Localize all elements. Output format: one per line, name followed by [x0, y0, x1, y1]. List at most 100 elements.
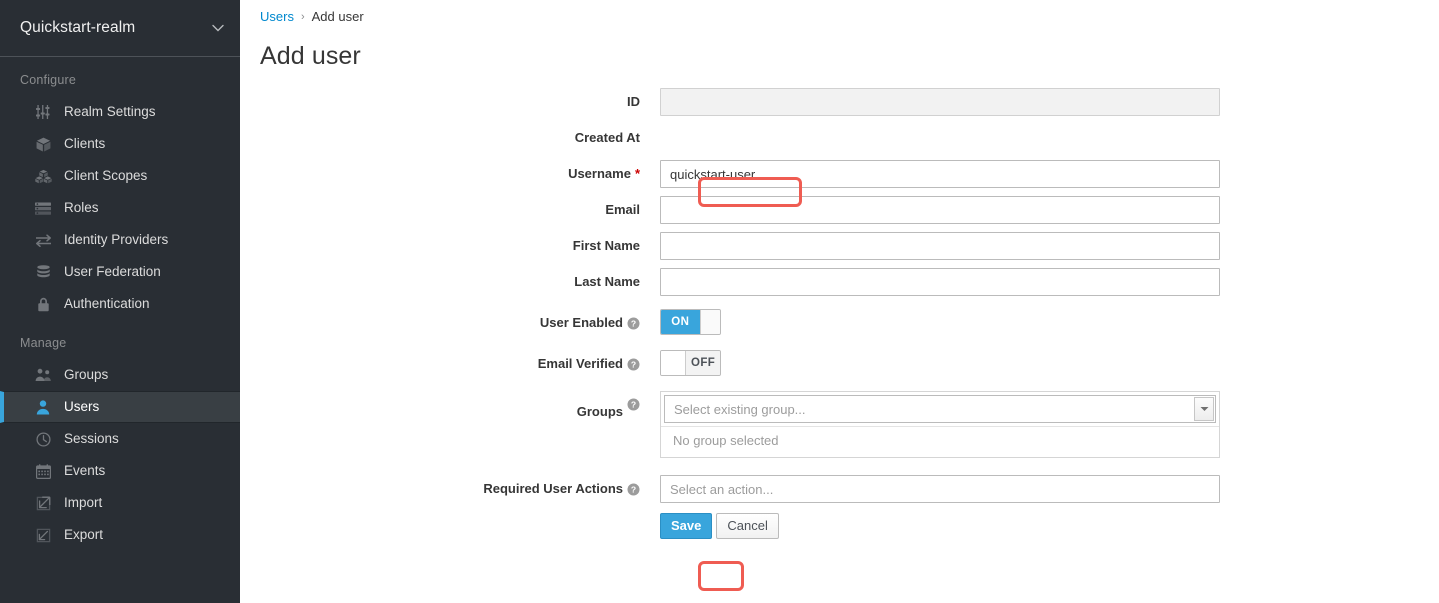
- form-row-groups: Groups ? Select existing group... No gro…: [240, 391, 1439, 458]
- cubes-icon: [32, 168, 54, 184]
- groups-label-text: Groups: [576, 404, 623, 419]
- sidebar-item-label: Sessions: [64, 431, 119, 447]
- exchange-arrows-icon: [32, 232, 54, 248]
- id-label: ID: [627, 94, 640, 109]
- breadcrumb-users-link[interactable]: Users: [260, 9, 294, 24]
- realm-selector[interactable]: Quickstart-realm: [0, 0, 240, 57]
- sidebar-item-label: Events: [64, 463, 106, 479]
- calendar-icon: [32, 463, 54, 479]
- sidebar-item-label: Roles: [64, 200, 99, 216]
- realm-name: Quickstart-realm: [20, 19, 136, 36]
- required-user-actions-label: Required User Actions ?: [240, 475, 660, 503]
- user-enabled-label-text: User Enabled: [539, 315, 623, 330]
- form-row-last-name: Last Name: [240, 268, 1439, 296]
- list-icon: [32, 200, 54, 216]
- form-row-required-user-actions: Required User Actions ? Save Cancel: [240, 475, 1439, 539]
- sliders-icon: [32, 104, 54, 120]
- sidebar-item-label: Authentication: [64, 296, 150, 312]
- sidebar-item-label: Realm Settings: [64, 104, 156, 120]
- sidebar-item-users[interactable]: Users: [0, 391, 240, 423]
- sidebar-item-realm-settings[interactable]: Realm Settings: [0, 96, 240, 128]
- form-row-created-at: Created At: [240, 124, 1439, 152]
- username-label-text: Username: [568, 166, 631, 181]
- sidebar: Quickstart-realm Configure Realm Setting…: [0, 0, 240, 603]
- sidebar-item-authentication[interactable]: Authentication: [0, 288, 240, 320]
- breadcrumb-current: Add user: [311, 9, 364, 24]
- nav-section-manage-title: Manage: [20, 336, 67, 350]
- created-at-value: [660, 124, 1220, 152]
- lock-icon: [32, 296, 54, 312]
- svg-text:?: ?: [631, 318, 636, 328]
- email-input[interactable]: [660, 196, 1220, 224]
- users-group-icon: [32, 367, 54, 383]
- form-row-email: Email: [240, 196, 1439, 224]
- toggle-knob: [699, 310, 720, 334]
- svg-text:?: ?: [631, 359, 636, 369]
- export-arrow-icon: [32, 527, 54, 543]
- user-enabled-toggle[interactable]: ON: [660, 309, 721, 335]
- username-label: Username *: [240, 160, 660, 188]
- form-row-id: ID: [240, 88, 1439, 116]
- help-circle-icon[interactable]: ?: [627, 398, 640, 411]
- toggle-off-label: OFF: [686, 351, 720, 375]
- required-marker: *: [634, 166, 640, 181]
- clock-icon: [32, 431, 54, 447]
- groups-block: Select existing group... No group select…: [660, 391, 1220, 458]
- groups-label: Groups ?: [240, 391, 660, 426]
- user-icon: [32, 399, 54, 415]
- email-label: Email: [605, 202, 640, 217]
- sidebar-item-sessions[interactable]: Sessions: [0, 423, 240, 455]
- required-user-actions-label-text: Required User Actions: [483, 481, 623, 496]
- caret-down-icon[interactable]: [1194, 397, 1214, 421]
- sidebar-item-clients[interactable]: Clients: [0, 128, 240, 160]
- sidebar-item-label: Import: [64, 495, 103, 511]
- groups-empty-text: No group selected: [661, 426, 1219, 457]
- form-row-username: Username *: [240, 160, 1439, 188]
- sidebar-item-client-scopes[interactable]: Client Scopes: [0, 160, 240, 192]
- email-verified-label-text: Email Verified: [537, 356, 623, 371]
- breadcrumb: Users › Add user: [240, 0, 1439, 24]
- help-circle-icon[interactable]: ?: [627, 358, 640, 371]
- sidebar-item-identity-providers[interactable]: Identity Providers: [0, 224, 240, 256]
- save-button[interactable]: Save: [660, 513, 713, 539]
- id-input: [660, 88, 1220, 116]
- cancel-button[interactable]: Cancel: [716, 513, 779, 539]
- last-name-label: Last Name: [574, 274, 640, 289]
- form-row-email-verified: Email Verified ? OFF: [240, 350, 1439, 378]
- sidebar-item-label: Users: [64, 399, 100, 415]
- help-circle-icon[interactable]: ?: [627, 317, 640, 330]
- username-input[interactable]: [660, 160, 1220, 188]
- app-root: Quickstart-realm Configure Realm Setting…: [0, 0, 1439, 603]
- groups-select-placeholder: Select existing group...: [674, 401, 806, 417]
- sidebar-item-export[interactable]: Export: [0, 519, 240, 551]
- database-icon: [32, 264, 54, 280]
- created-at-label: Created At: [574, 130, 640, 145]
- svg-text:?: ?: [631, 400, 636, 410]
- user-enabled-label: User Enabled ?: [240, 309, 660, 337]
- last-name-input[interactable]: [660, 268, 1220, 296]
- cube-icon: [32, 136, 54, 152]
- first-name-input[interactable]: [660, 232, 1220, 260]
- toggle-on-label: ON: [661, 310, 700, 334]
- save-highlight-annotation: [698, 561, 744, 591]
- sidebar-item-import[interactable]: Import: [0, 487, 240, 519]
- nav-section-configure-title: Configure: [20, 73, 76, 87]
- form-actions: Save Cancel: [660, 513, 1220, 539]
- add-user-form: ID Created At Username * Email: [240, 88, 1439, 539]
- sidebar-item-groups[interactable]: Groups: [0, 359, 240, 391]
- import-arrow-icon: [32, 495, 54, 511]
- page-title: Add user: [260, 42, 361, 70]
- required-user-actions-input[interactable]: [660, 475, 1220, 503]
- sidebar-item-label: Client Scopes: [64, 168, 148, 184]
- groups-select[interactable]: Select existing group...: [664, 395, 1216, 423]
- first-name-label: First Name: [572, 238, 640, 253]
- sidebar-item-events[interactable]: Events: [0, 455, 240, 487]
- sidebar-item-label: Identity Providers: [64, 232, 169, 248]
- sidebar-item-roles[interactable]: Roles: [0, 192, 240, 224]
- sidebar-item-label: User Federation: [64, 264, 161, 280]
- sidebar-item-user-federation[interactable]: User Federation: [0, 256, 240, 288]
- breadcrumb-separator-icon: ›: [300, 10, 305, 23]
- help-circle-icon[interactable]: ?: [627, 483, 640, 496]
- email-verified-toggle[interactable]: OFF: [660, 350, 721, 376]
- form-row-first-name: First Name: [240, 232, 1439, 260]
